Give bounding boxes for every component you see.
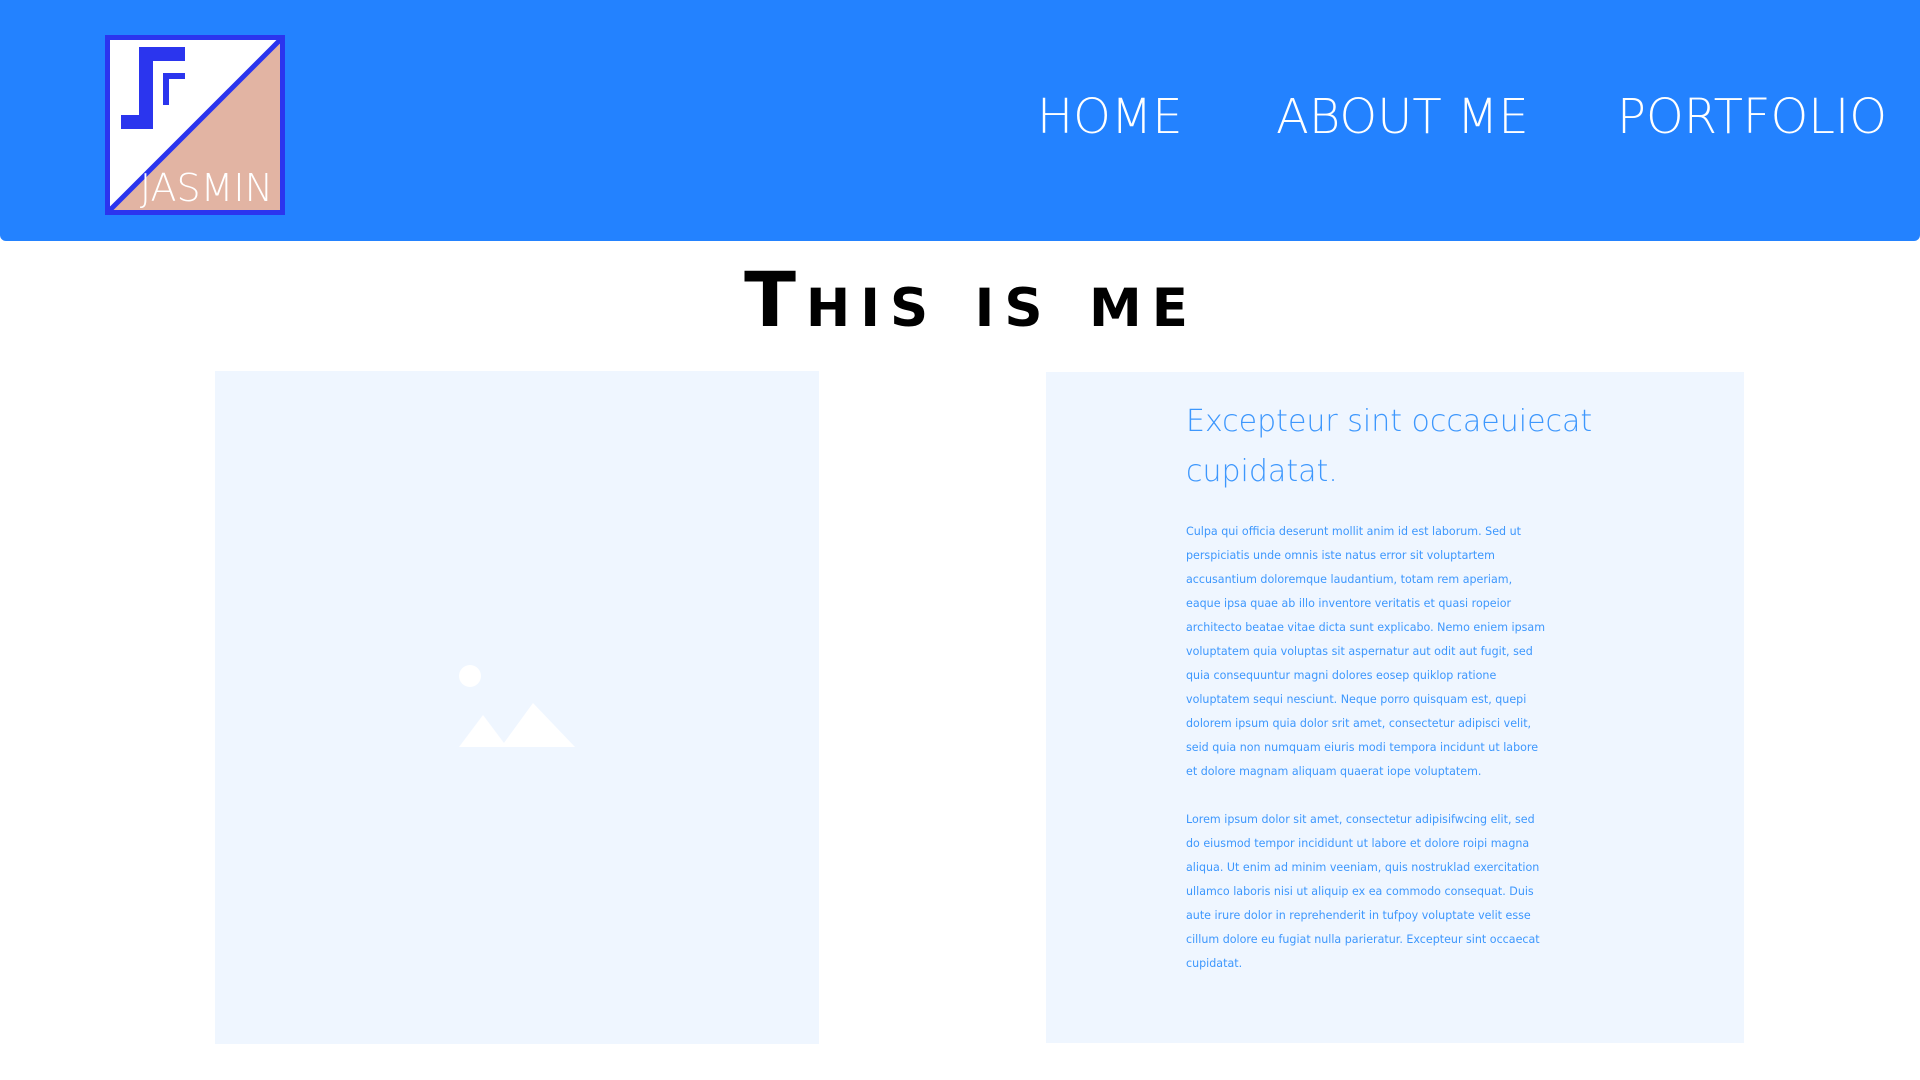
nav-home-link[interactable]: HOME [1037, 87, 1183, 147]
site-header: JASMIN HOME ABOUT ME PORTFOLIO [0, 0, 1920, 241]
card-paragraph-1: Culpa qui officia deserunt mollit anim i… [1186, 525, 1546, 778]
nav-about-me-link[interactable]: ABOUT ME [1276, 87, 1529, 147]
jasmin-logo[interactable]: JASMIN [105, 35, 285, 215]
image-placeholder-icon [459, 665, 575, 747]
card-body: Culpa qui officia deserunt mollit anim i… [1186, 520, 1549, 1000]
logo-text: JASMIN [139, 166, 273, 210]
card-heading: Excepteur sint occaeuiecat cupidatat. [1186, 404, 1593, 489]
card-paragraph-2: Lorem ipsum dolor sit amet, consectetur … [1186, 813, 1540, 970]
nav-portfolio-link[interactable]: PORTFOLIO [1617, 87, 1887, 147]
about-text-card: Excepteur sint occaeuiecat cupidatat. Cu… [1046, 372, 1744, 1043]
profile-image-placeholder [215, 371, 819, 1044]
main-navigation: HOME ABOUT ME PORTFOLIO [1037, 87, 1887, 147]
page-title: This is me [744, 255, 1198, 344]
